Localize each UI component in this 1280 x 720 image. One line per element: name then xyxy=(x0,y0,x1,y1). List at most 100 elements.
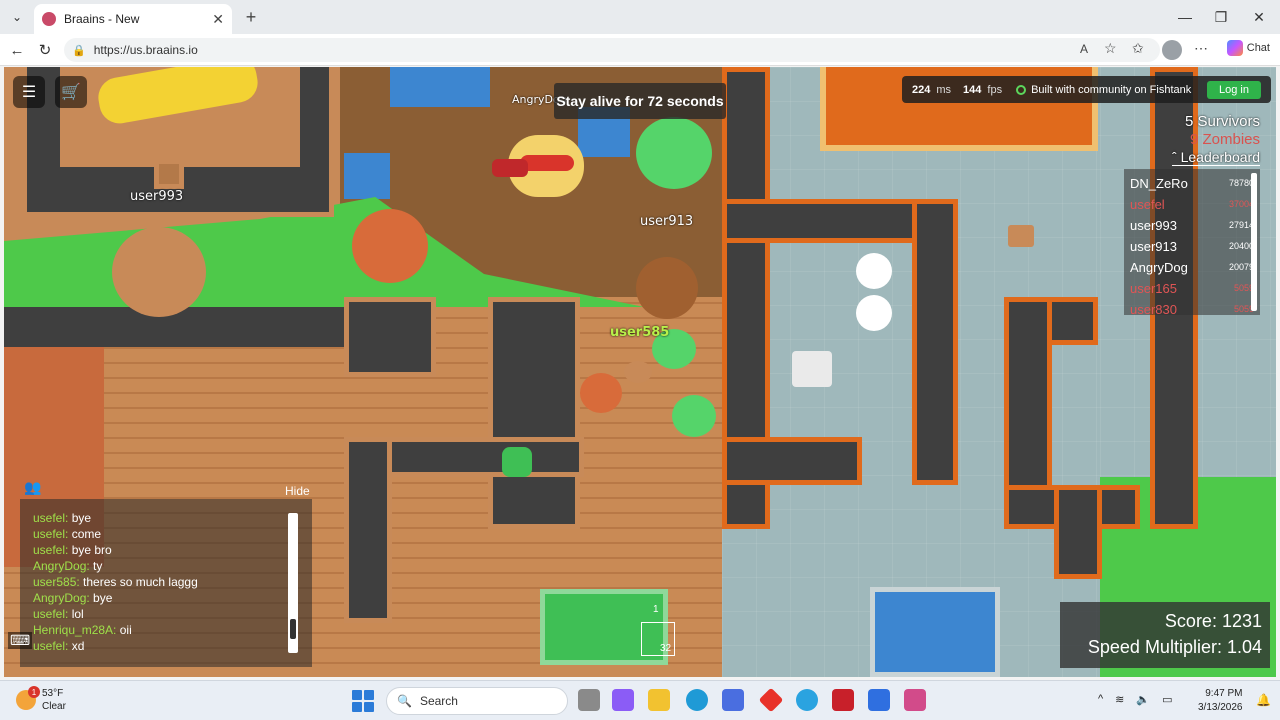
minimap-box: 1 32 xyxy=(540,589,675,665)
windows-taskbar: 1 53°F Clear 🔍 Search ^ ≋ 🔈 ▭ 9:47 PM 3/… xyxy=(0,680,1280,720)
chat-message: usefel: lol xyxy=(33,607,84,621)
taskbar-search[interactable]: 🔍 Search xyxy=(386,687,568,715)
more-options-icon[interactable]: ⋯ xyxy=(1194,40,1208,57)
file-explorer-icon[interactable] xyxy=(648,689,670,711)
notification-badge: 1 xyxy=(28,686,40,698)
player-name-label: user993 xyxy=(130,189,184,204)
clock[interactable]: 9:47 PM 3/13/2026 xyxy=(1198,687,1243,715)
tab-title: Braains - New xyxy=(64,12,140,26)
zombies-count: 9 Zombies xyxy=(1189,131,1260,148)
chat-text: bye bro xyxy=(71,543,112,557)
chat-scroll-thumb[interactable] xyxy=(290,619,296,639)
water-pool xyxy=(390,67,490,107)
weather-temp: 53°F xyxy=(42,688,64,699)
sink xyxy=(792,351,832,387)
chat-username: usefel: xyxy=(33,639,69,653)
zombie-character xyxy=(492,159,528,177)
leaderboard-name: user165 xyxy=(1130,280,1177,296)
wall-block xyxy=(488,297,580,529)
chat-input-icon[interactable]: ⌨ xyxy=(8,632,33,649)
leaderboard-row: usefel 37004 xyxy=(1130,194,1254,214)
leaderboard-row: user993 27914 xyxy=(1130,215,1254,235)
leaderboard-panel[interactable]: DN_ZeRo 78780 usefel 37004 user993 27914… xyxy=(1124,169,1260,317)
chevron-up-icon: ˆ xyxy=(1172,149,1181,165)
chat-panel[interactable]: usefel: bye usefel: come usefel: bye bro… xyxy=(20,499,312,667)
site-info-icon[interactable]: 🔒 xyxy=(72,44,86,57)
tab-actions-menu-icon[interactable]: ⌄ xyxy=(6,6,28,28)
read-aloud-icon[interactable]: A xyxy=(1080,42,1088,56)
chat-label: Chat xyxy=(1246,42,1270,54)
chat-username: usefel: xyxy=(33,607,69,621)
leaderboard-row: user165 5059 xyxy=(1130,278,1254,298)
chat-message: usefel: xd xyxy=(33,639,84,653)
favorite-star-icon[interactable]: ☆ xyxy=(1104,40,1117,57)
close-window-icon[interactable]: ✕ xyxy=(1248,6,1270,28)
store-icon[interactable] xyxy=(722,689,744,711)
task-view-icon[interactable] xyxy=(578,689,600,711)
profile-avatar[interactable] xyxy=(1162,40,1182,60)
fps-value: 144 xyxy=(963,83,982,96)
shop-cart-icon[interactable]: 🛒 xyxy=(55,76,87,108)
leaderboard-name: user913 xyxy=(1130,238,1177,254)
address-toolbar: ← ↻ 🔒 https://us.braains.io A ☆ ✩ ⋯ Chat xyxy=(0,34,1280,66)
snipping-tool-icon[interactable] xyxy=(904,689,926,711)
copilot-chat-button[interactable]: Chat xyxy=(1226,40,1270,56)
leaderboard-name: DN_ZeRo xyxy=(1130,175,1188,191)
score-text: Score: 1231 xyxy=(1164,611,1262,631)
chat-message: AngryDog: ty xyxy=(33,559,102,573)
mcafee-icon[interactable] xyxy=(832,689,854,711)
tab-strip: ⌄ Braains - New ✕ + — ❐ ✕ xyxy=(0,0,1280,34)
menu-icon[interactable]: ☰ xyxy=(13,76,45,108)
minimap-bottom-label: 32 xyxy=(641,622,675,656)
chevron-up-icon[interactable]: ^ xyxy=(1098,693,1103,706)
community-text: Built with community on Fishtank xyxy=(1031,83,1192,96)
leaderboard-name: AngryDog xyxy=(1130,259,1188,275)
ping-value: 224 xyxy=(912,83,931,96)
players-icon[interactable]: 👥 xyxy=(24,479,41,496)
copilot-app-icon[interactable] xyxy=(612,689,634,711)
back-icon[interactable]: ← xyxy=(6,39,28,61)
weather-condition: Clear xyxy=(42,701,66,712)
player-character xyxy=(112,227,206,317)
chat-username: usefel: xyxy=(33,543,69,557)
notification-bell-icon[interactable]: 🔔 xyxy=(1256,693,1271,707)
maximize-icon[interactable]: ❐ xyxy=(1210,6,1232,28)
volume-icon[interactable]: 🔈 xyxy=(1136,693,1150,706)
browser-tab[interactable]: Braains - New ✕ xyxy=(34,4,232,34)
app-icon[interactable] xyxy=(758,687,784,713)
leaderboard-scrollbar[interactable] xyxy=(1251,173,1257,311)
refresh-icon[interactable]: ↻ xyxy=(34,39,56,61)
favorites-icon[interactable]: ✩ xyxy=(1132,40,1144,57)
start-menu-icon[interactable] xyxy=(352,690,374,712)
game-canvas[interactable]: user993 user913 AngryDog user585 ☰ 🛒 Sta… xyxy=(4,67,1276,677)
wifi-icon[interactable]: ≋ xyxy=(1115,693,1124,706)
chat-text: theres so much laggg xyxy=(83,575,198,589)
chat-username: AngryDog: xyxy=(33,591,90,605)
community-link[interactable]: Built with community on Fishtank xyxy=(1016,84,1191,96)
wall-block xyxy=(344,297,436,377)
leaderboard-name: user993 xyxy=(1130,217,1177,233)
objective-banner: Stay alive for 72 seconds xyxy=(554,83,726,119)
orange-bush xyxy=(580,373,622,413)
battery-icon[interactable]: ▭ xyxy=(1162,693,1172,706)
tab-close-icon[interactable]: ✕ xyxy=(212,11,224,28)
login-button[interactable]: Log in xyxy=(1207,80,1261,99)
leaderboard-name: usefel xyxy=(1130,196,1165,212)
wall-block xyxy=(722,437,862,485)
crate xyxy=(154,159,184,189)
leaderboard-row: user913 20400 xyxy=(1130,236,1254,256)
wall-block xyxy=(1054,485,1102,579)
chat-hide-button[interactable]: Hide xyxy=(285,484,310,498)
system-tray[interactable]: ^ ≋ 🔈 ▭ xyxy=(1098,693,1173,706)
chrome-style-icon[interactable] xyxy=(796,689,818,711)
minimize-icon[interactable]: — xyxy=(1174,6,1196,28)
new-tab-icon[interactable]: + xyxy=(240,6,262,28)
score-panel: Score: 1231 Speed Multiplier: 1.04 xyxy=(1060,602,1270,668)
edge-browser-icon[interactable] xyxy=(686,689,708,711)
chat-scrollbar[interactable] xyxy=(288,513,298,653)
leaderboard-toggle[interactable]: ˆ Leaderboard xyxy=(1172,149,1260,166)
weather-widget[interactable]: 1 53°F Clear xyxy=(16,686,66,713)
address-bar[interactable]: 🔒 https://us.braains.io xyxy=(64,38,1160,62)
chat-username: usefel: xyxy=(33,511,69,525)
outlook-icon[interactable] xyxy=(868,689,890,711)
